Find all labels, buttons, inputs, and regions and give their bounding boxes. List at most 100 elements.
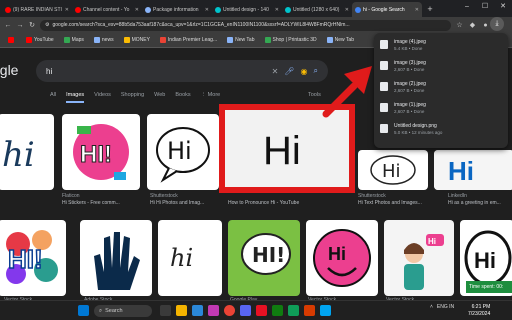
image-result[interactable]: HI! xyxy=(0,220,66,296)
image-result[interactable]: hi xyxy=(0,114,54,190)
download-item[interactable]: image (3).jpeg 2,607 B • Done xyxy=(378,58,504,79)
taskbar-search-label: Search xyxy=(105,308,123,314)
google-logo[interactable]: ogle xyxy=(0,62,18,78)
bookmark-item[interactable]: YouTube xyxy=(26,37,54,43)
close-window-icon[interactable]: ✕ xyxy=(494,0,512,14)
download-item[interactable]: Untitled design.png 5.0 KB • 12 minutes a… xyxy=(378,121,504,142)
clock[interactable]: 6:21 PM 7/23/2024 xyxy=(468,304,490,318)
image-result[interactable]: Hi xyxy=(147,114,219,190)
clear-icon[interactable]: ✕ xyxy=(272,67,279,76)
image-result[interactable]: Hi xyxy=(306,220,378,296)
bookmark-item[interactable]: Indian Premier Leag... xyxy=(159,37,217,43)
search-query[interactable]: hi xyxy=(46,67,266,76)
download-item[interactable]: image (4).jpeg 5.4 KB • Done xyxy=(378,37,504,58)
xbox-icon[interactable] xyxy=(272,305,283,316)
lens-icon[interactable]: ◉ xyxy=(301,67,308,76)
result-title[interactable]: Hi Hi Photos and Imag... xyxy=(150,200,220,206)
browser-tab[interactable]: Channel content - Yo ✕ xyxy=(72,2,142,17)
task-view-icon[interactable] xyxy=(160,305,171,316)
image-result[interactable]: Hi xyxy=(434,150,512,190)
star-icon[interactable]: ☆ xyxy=(455,21,464,29)
tab-all[interactable]: All xyxy=(50,92,56,103)
download-name[interactable]: image (3).jpeg xyxy=(394,60,426,66)
extension-icon[interactable]: ◆ xyxy=(468,21,477,29)
app-icon[interactable] xyxy=(208,305,219,316)
tab-web[interactable]: Web xyxy=(154,92,165,103)
close-icon[interactable]: ✕ xyxy=(345,7,349,13)
tab-more[interactable]: ⋮ More xyxy=(201,92,221,103)
reload-icon[interactable]: ↻ xyxy=(28,21,36,29)
bookmark-item[interactable]: Maps xyxy=(63,37,84,43)
close-icon[interactable]: ✕ xyxy=(415,7,419,13)
bookmark-item[interactable]: New Tab xyxy=(227,37,255,43)
result-title[interactable]: Hi as a greeting in em... xyxy=(448,200,512,206)
image-result[interactable]: hi xyxy=(158,220,222,296)
profile-icon[interactable]: ● xyxy=(481,22,490,29)
download-name[interactable]: image (2).jpeg xyxy=(394,81,426,87)
search-box[interactable]: hi ✕ 🎤︎ ◉ ⌕ xyxy=(36,60,328,82)
image-result[interactable]: Hi xyxy=(358,150,428,190)
taskbar-search[interactable]: ⌕ Search xyxy=(94,305,152,317)
bookmark-item[interactable]: Shop | Printastic 3D xyxy=(264,37,317,43)
minimize-icon[interactable]: – xyxy=(458,0,476,14)
download-item[interactable]: image (2).jpeg 2,607 B • Done xyxy=(378,79,504,100)
result-title[interactable]: Hi Stickers - Free comm... xyxy=(62,200,142,206)
address-bar[interactable]: ⚙ google.com/search?sca_esv=88b5da753aaf… xyxy=(40,19,451,31)
result-source[interactable]: Flaticon xyxy=(62,193,142,199)
annotation-arrow-icon xyxy=(322,66,372,118)
language-indicator[interactable]: ENG IN xyxy=(437,304,454,310)
browser-tab[interactable]: (9) RARE INDIAN STI ✕ xyxy=(2,2,72,17)
browser-tab[interactable]: Untitled (1280 x 640) ✕ xyxy=(282,2,352,17)
file-explorer-icon[interactable] xyxy=(176,305,187,316)
mic-icon[interactable]: 🎤︎ xyxy=(284,67,294,76)
download-item[interactable]: image (1).jpeg 2,607 B • Done xyxy=(378,100,504,121)
app-icon[interactable] xyxy=(256,305,267,316)
new-tab-button[interactable]: + xyxy=(424,3,436,15)
image-result[interactable]: HI! xyxy=(62,114,140,190)
bookmark-item[interactable]: New Tab xyxy=(326,37,354,43)
bookmark-item[interactable]: news xyxy=(93,37,114,43)
result-source[interactable]: LinkedIn xyxy=(448,193,512,199)
forward-icon[interactable]: → xyxy=(16,22,24,29)
tools-button[interactable]: Tools xyxy=(308,92,321,98)
tab-shopping[interactable]: Shopping xyxy=(121,92,144,103)
download-name[interactable]: Untitled design.png xyxy=(394,123,442,129)
download-name[interactable]: image (4).jpeg xyxy=(394,39,426,45)
tab-images[interactable]: Images xyxy=(66,92,85,103)
tab-books[interactable]: Books xyxy=(175,92,190,103)
result-source[interactable]: Shutterstock xyxy=(150,193,220,199)
browser-tab-active[interactable]: hi - Google Search ✕ xyxy=(352,2,422,17)
image-result[interactable] xyxy=(80,220,152,296)
chrome-icon[interactable] xyxy=(224,305,235,316)
tab-videos[interactable]: Videos xyxy=(94,92,111,103)
close-icon[interactable]: ✕ xyxy=(205,7,209,13)
search-icon[interactable]: ⌕ xyxy=(314,66,318,76)
close-icon[interactable]: ✕ xyxy=(135,7,139,13)
search-tabs: All Images Videos Shopping Web Books ⋮ M… xyxy=(50,92,220,103)
store-icon[interactable] xyxy=(192,305,203,316)
file-icon xyxy=(380,61,388,70)
bookmark-item[interactable] xyxy=(8,37,16,43)
image-result[interactable]: Hi xyxy=(384,220,454,296)
close-icon[interactable]: ✕ xyxy=(65,7,69,13)
download-status: 2,607 B • Done xyxy=(394,67,425,72)
app-icon[interactable] xyxy=(288,305,299,316)
app-icon[interactable] xyxy=(320,305,331,316)
chevron-up-icon[interactable]: ˄ xyxy=(430,304,433,310)
image-result[interactable]: HI! xyxy=(228,220,300,296)
bookmark-item[interactable]: MONEY xyxy=(123,37,150,43)
browser-tab[interactable]: Package information ✕ xyxy=(142,2,212,17)
office-icon[interactable] xyxy=(304,305,315,316)
download-name[interactable]: image (1).jpeg xyxy=(394,102,426,108)
result-title[interactable]: How to Pronounce Hi - YouTube xyxy=(228,200,348,206)
discord-icon[interactable] xyxy=(240,305,251,316)
download-icon[interactable]: ⤓ xyxy=(490,17,504,31)
result-source[interactable]: Shutterstock xyxy=(358,193,430,199)
close-icon[interactable]: ✕ xyxy=(275,7,279,13)
result-title[interactable]: Hi Text Photos and Images... xyxy=(358,200,430,206)
start-icon[interactable] xyxy=(78,305,89,316)
browser-tab[interactable]: Untitled design - 140 ✕ xyxy=(212,2,282,17)
maximize-icon[interactable]: ☐ xyxy=(476,0,494,14)
site-info-icon[interactable]: ⚙ xyxy=(45,22,49,28)
back-icon[interactable]: ← xyxy=(4,22,12,29)
